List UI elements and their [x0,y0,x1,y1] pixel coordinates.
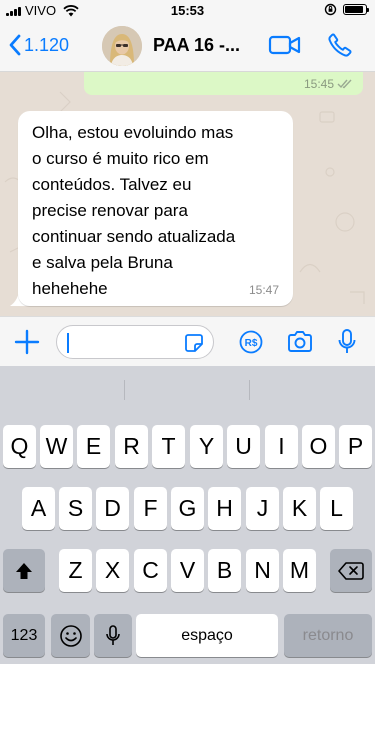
key-h[interactable]: H [208,487,241,530]
svg-text:R$: R$ [245,338,258,349]
key-v[interactable]: V [171,549,204,592]
bottom-area [0,664,375,756]
key-l[interactable]: L [320,487,353,530]
key-p[interactable]: P [339,425,372,468]
key-z[interactable]: Z [59,549,92,592]
sticker-button[interactable] [183,332,205,359]
back-count: 1.120 [24,34,70,55]
shift-icon [16,562,32,579]
key-c[interactable]: C [134,549,167,592]
shift-key[interactable] [3,549,45,592]
payment-button[interactable]: R$ [239,330,263,359]
key-t[interactable]: T [152,425,185,468]
voice-message-button[interactable] [337,328,357,361]
dictation-key[interactable] [94,614,132,657]
emoji-icon [59,624,82,647]
key-f[interactable]: F [134,487,167,530]
avatar-image [102,26,142,66]
outgoing-message-bubble[interactable]: 15:45 [84,72,363,95]
video-icon [268,35,301,55]
sticker-icon [185,334,203,352]
voice-call-button[interactable] [327,32,353,63]
key-g[interactable]: G [171,487,204,530]
key-b[interactable]: B [208,549,241,592]
message-input[interactable] [56,325,214,359]
incoming-time: 15:47 [248,283,279,297]
message-input-bar: R$ [0,316,375,366]
chat-area[interactable]: 15:45 Olha, estou evoluindo mas o curso … [0,72,375,316]
microphone-icon [338,329,356,353]
incoming-message-text: Olha, estou evoluindo mas o curso é muit… [32,123,236,298]
plus-icon [14,329,40,355]
space-key[interactable]: espaço [136,614,278,657]
backspace-key[interactable] [330,549,372,592]
attach-button[interactable] [14,329,40,360]
predictive-bar[interactable] [0,366,375,410]
key-m[interactable]: M [283,549,316,592]
key-d[interactable]: D [96,487,129,530]
key-i[interactable]: I [265,425,298,468]
camera-button[interactable] [286,330,314,359]
key-r[interactable]: R [115,425,148,468]
status-right [324,3,369,16]
avatar[interactable] [102,26,142,66]
key-y[interactable]: Y [190,425,223,468]
predictive-divider [249,380,250,400]
key-j[interactable]: J [246,487,279,530]
phone-icon [328,33,352,57]
outgoing-time: 15:45 [303,77,334,91]
key-e[interactable]: E [77,425,110,468]
back-button[interactable]: 1.120 [8,34,69,56]
chat-header: 1.120 PAA 16 -... [0,20,375,72]
key-k[interactable]: K [283,487,316,530]
chat-title[interactable]: PAA 16 -... [153,35,240,56]
video-call-button[interactable] [268,34,302,61]
battery-level [345,6,363,13]
text-caret [67,333,69,353]
predictive-divider [124,380,125,400]
backspace-icon [338,561,364,580]
battery-icon [343,4,369,15]
microphone-icon [106,624,120,645]
key-n[interactable]: N [246,549,279,592]
return-key[interactable]: retorno [284,614,372,657]
camera-icon [288,331,312,352]
key-w[interactable]: W [40,425,73,468]
incoming-message-bubble[interactable]: Olha, estou evoluindo mas o curso é muit… [18,111,293,306]
read-receipt-icon [337,79,352,89]
key-q[interactable]: Q [3,425,36,468]
status-bar: VIVO 15:53 [0,0,375,20]
key-x[interactable]: X [96,549,129,592]
key-a[interactable]: A [22,487,55,530]
key-s[interactable]: S [59,487,92,530]
numbers-key[interactable]: 123 [3,614,45,657]
key-o[interactable]: O [302,425,335,468]
outgoing-meta: 15:45 [304,77,353,91]
payment-icon: R$ [239,330,263,354]
status-time: 15:53 [170,3,205,18]
keyboard: Q W E R T Y U I O P A S D F G H J K L Z … [0,366,375,664]
chevron-left-icon [9,34,21,56]
emoji-key[interactable] [51,614,90,657]
orientation-lock-icon [324,3,337,16]
key-u[interactable]: U [227,425,260,468]
